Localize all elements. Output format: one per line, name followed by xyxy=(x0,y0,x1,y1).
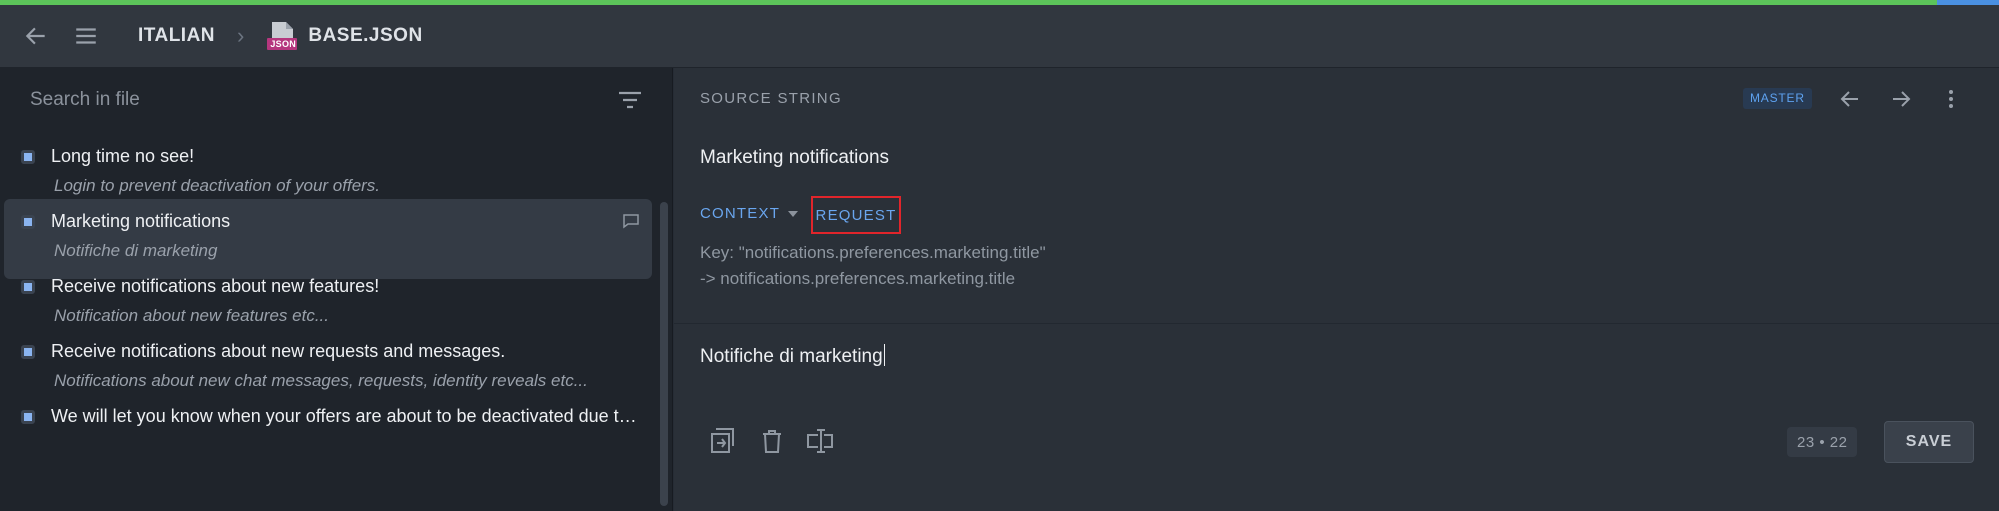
context-label: CONTEXT xyxy=(700,205,781,222)
menu-icon[interactable] xyxy=(68,18,104,54)
status-indicator xyxy=(21,410,35,424)
section-label: SOURCE STRING xyxy=(700,90,842,107)
key-info: Key: "notifications.preferences.marketin… xyxy=(700,240,1046,292)
list-item-source: Long time no see! xyxy=(51,146,195,166)
master-badge: MASTER xyxy=(1743,88,1812,109)
translation-text: Notifiche di marketing xyxy=(700,346,883,367)
editor-panel: SOURCE STRING MASTER Marketing notificat… xyxy=(674,68,1999,511)
context-toggle[interactable]: CONTEXT xyxy=(700,205,799,222)
status-indicator xyxy=(21,280,35,294)
text-field-icon[interactable] xyxy=(803,424,837,458)
path-line: -> notifications.preferences.marketing.t… xyxy=(700,269,1016,288)
strings-sidebar: Long time no see! Login to prevent deact… xyxy=(0,68,673,511)
copy-source-icon[interactable] xyxy=(706,424,740,458)
filter-icon[interactable] xyxy=(614,86,646,114)
chevron-right-icon: › xyxy=(237,23,245,48)
list-item-translation: Notifiche di marketing xyxy=(54,241,218,260)
request-button[interactable]: REQUEST xyxy=(811,196,901,234)
list-item-source: Receive notifications about new requests… xyxy=(51,341,506,361)
scrollbar[interactable] xyxy=(659,134,669,511)
list-item[interactable]: We will let you know when your offers ar… xyxy=(4,394,652,474)
character-counter: 23 • 22 xyxy=(1787,427,1858,457)
key-line: Key: "notifications.preferences.marketin… xyxy=(700,243,1046,262)
list-item-source: We will let you know when your offers ar… xyxy=(51,406,641,426)
scrollbar-thumb[interactable] xyxy=(660,202,668,506)
translation-input[interactable]: Notifiche di marketing xyxy=(700,344,885,368)
breadcrumb-file[interactable]: BASE.JSON xyxy=(308,25,422,47)
json-file-icon: JSON xyxy=(266,21,298,51)
list-item-source: Receive notifications about new features… xyxy=(51,276,380,296)
status-indicator xyxy=(21,345,35,359)
text-cursor xyxy=(883,344,885,366)
list-item-translation: Notifications about new chat messages, r… xyxy=(54,371,588,390)
list-item-translation: Notification about new features etc... xyxy=(54,306,329,325)
search-bar xyxy=(0,68,673,132)
top-header: ITALIAN › JSON BASE.JSON xyxy=(0,5,1999,68)
next-arrow-icon[interactable] xyxy=(1886,84,1916,114)
list-item-translation: Login to prevent deactivation of your of… xyxy=(54,176,381,195)
delete-icon[interactable] xyxy=(755,424,789,458)
back-arrow-icon[interactable] xyxy=(18,18,54,54)
status-indicator xyxy=(21,215,35,229)
source-string-text: Marketing notifications xyxy=(700,147,890,168)
breadcrumb-project[interactable]: ITALIAN xyxy=(138,25,215,47)
caret-down-icon xyxy=(788,210,799,217)
json-file-icon-label: JSON xyxy=(270,39,297,49)
string-list: Long time no see! Login to prevent deact… xyxy=(0,134,660,511)
comment-icon[interactable] xyxy=(622,213,640,229)
previous-arrow-icon[interactable] xyxy=(1835,84,1865,114)
save-button[interactable]: SAVE xyxy=(1884,421,1974,463)
status-indicator xyxy=(21,150,35,164)
list-item-source: Marketing notifications xyxy=(51,211,231,231)
search-input[interactable] xyxy=(30,89,590,111)
translation-editor[interactable]: Notifiche di marketing 23 • 22 SAVE xyxy=(674,323,1999,511)
more-options-icon[interactable] xyxy=(1936,84,1966,114)
